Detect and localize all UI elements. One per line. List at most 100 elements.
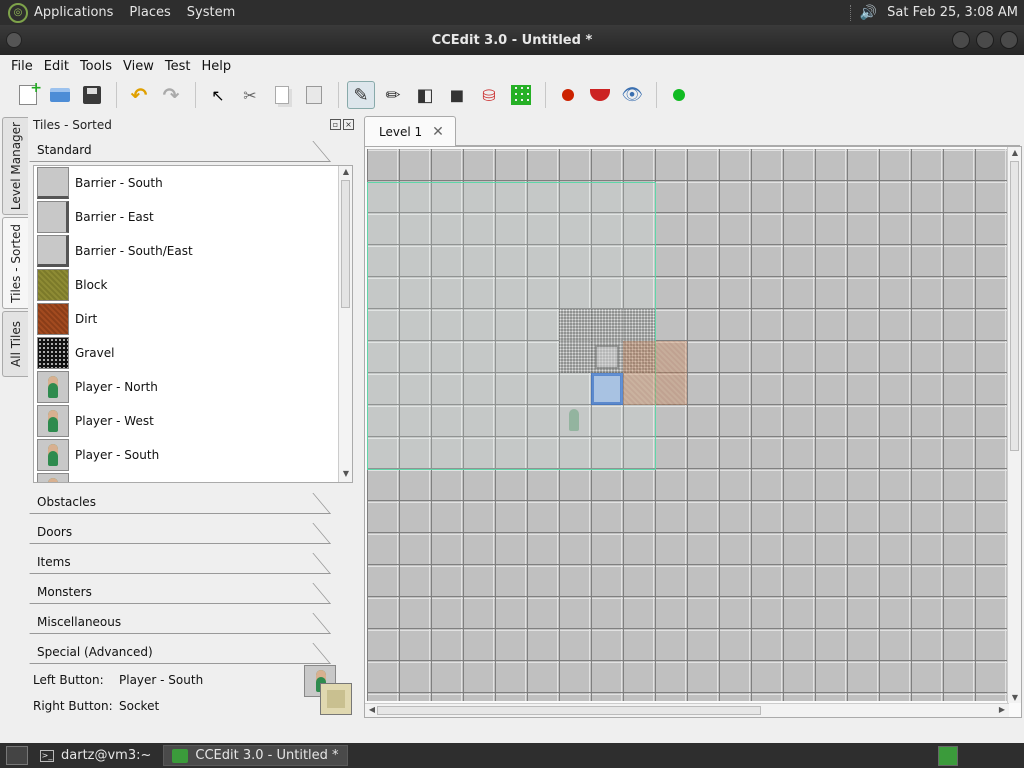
open-file-icon — [50, 88, 70, 102]
barrier-southeast-tile-icon — [37, 235, 69, 267]
eye-icon: 👁 — [621, 85, 643, 105]
tab-level-1[interactable]: Level 1 ✕ — [364, 116, 456, 147]
list-item[interactable]: Barrier - South/East — [34, 234, 352, 268]
section-monsters[interactable]: Monsters — [30, 577, 356, 607]
cut-button[interactable]: ✂ — [236, 81, 264, 109]
paste-button[interactable] — [300, 81, 328, 109]
window-titlebar[interactable]: CCEdit 3.0 - Untitled * — [0, 25, 1024, 55]
select-button[interactable]: ↖ — [204, 81, 232, 109]
draw-tool-button[interactable]: ✎ — [347, 81, 375, 109]
tile-list: Barrier - South Barrier - East Barrier -… — [33, 165, 353, 483]
toolbar-separator — [338, 82, 339, 108]
list-item[interactable]: Player - South — [34, 438, 352, 472]
new-button[interactable] — [14, 80, 42, 109]
tile-grid[interactable] — [367, 149, 1007, 701]
record-button[interactable] — [554, 81, 582, 109]
dock-vertical-tabs: Level Manager Tiles - Sorted All Tiles — [2, 117, 28, 379]
section-special-advanced[interactable]: Special (Advanced) — [30, 637, 356, 667]
menu-tools[interactable]: Tools — [80, 59, 112, 74]
vtab-all-tiles[interactable]: All Tiles — [2, 311, 28, 377]
fill-pencil-icon: ◼ — [449, 84, 465, 106]
flood-fill-icon: ⛁ — [482, 85, 496, 105]
copy-button[interactable] — [268, 81, 296, 109]
line-tool-button[interactable]: ✏ — [379, 81, 407, 109]
menu-edit[interactable]: Edit — [44, 59, 69, 74]
list-item[interactable]: Barrier - East — [34, 200, 352, 234]
scroll-thumb[interactable] — [377, 706, 761, 715]
minimize-button[interactable] — [952, 31, 970, 49]
editor-horizontal-scrollbar[interactable]: ◀ ▶ — [365, 703, 1009, 717]
task-ccedit[interactable]: CCEdit 3.0 - Untitled * — [163, 745, 348, 766]
editor-tabbar: Level 1 ✕ — [364, 116, 1020, 147]
menu-view[interactable]: View — [123, 59, 154, 74]
toolbar-separator — [656, 82, 657, 108]
save-button[interactable] — [78, 81, 106, 109]
test-play-button[interactable] — [665, 81, 693, 109]
menubar: File Edit Tools View Test Help — [0, 55, 1024, 77]
menu-file[interactable]: File — [11, 59, 33, 74]
list-item[interactable]: Player - West — [34, 404, 352, 438]
panel-clock[interactable]: Sat Feb 25, 3:08 AM — [887, 5, 1018, 20]
close-tab-icon[interactable]: ✕ — [432, 124, 444, 140]
view-button[interactable]: 👁 — [618, 81, 646, 109]
tiles-dock: Tiles - Sorted ▫ × Standard Barrier - So… — [30, 115, 356, 739]
section-doors[interactable]: Doors — [30, 517, 356, 547]
tile-list-scrollbar[interactable]: ▲ ▼ — [338, 166, 352, 482]
panel-menu-system[interactable]: System — [187, 5, 235, 20]
dock-close-icon[interactable]: × — [343, 119, 354, 130]
redo-button[interactable]: ↷ — [157, 81, 185, 109]
scroll-thumb[interactable] — [341, 180, 350, 308]
vtab-level-manager[interactable]: Level Manager — [2, 117, 28, 215]
toolbar: ↶ ↷ ↖ ✂ ✎ ✏ ◧ ◼ ⛁ 👁 — [0, 77, 1024, 113]
line-pencil-icon: ✏ — [385, 84, 401, 106]
scroll-down-icon[interactable]: ▼ — [339, 469, 352, 481]
rectangle-tool-button[interactable]: ◧ — [411, 81, 439, 109]
list-item[interactable]: Block — [34, 268, 352, 302]
scroll-thumb[interactable] — [1010, 161, 1019, 451]
rectangle-pencil-icon: ◧ — [416, 84, 434, 106]
barrier-south-tile-icon — [37, 167, 69, 199]
close-window-button[interactable] — [1000, 31, 1018, 49]
vtab-tiles-sorted[interactable]: Tiles - Sorted — [2, 217, 28, 309]
new-file-icon — [19, 80, 42, 105]
panel-menu-applications[interactable]: Applications — [34, 5, 113, 20]
fill-tool-button[interactable]: ◼ — [443, 81, 471, 109]
mouth-button[interactable] — [586, 81, 614, 109]
menu-help[interactable]: Help — [201, 59, 231, 74]
scroll-up-icon[interactable]: ▲ — [1009, 148, 1021, 157]
section-standard[interactable]: Standard — [30, 135, 356, 165]
scroll-right-icon[interactable]: ▶ — [996, 705, 1008, 714]
barrier-east-tile-icon — [37, 201, 69, 233]
draw-pencil-icon: ✎ — [353, 84, 369, 106]
volume-icon[interactable]: 🔊 — [860, 5, 877, 21]
editor-vertical-scrollbar[interactable]: ▲ ▼ — [1007, 147, 1021, 703]
terminal-icon: >_ — [40, 749, 54, 762]
toolbar-separator — [545, 82, 546, 108]
list-item[interactable]: Gravel — [34, 336, 352, 370]
panel-menu-places[interactable]: Places — [129, 5, 170, 20]
task-terminal[interactable]: >_ dartz@vm3:~ — [32, 745, 159, 766]
path-tool-button[interactable] — [507, 81, 535, 109]
distro-logo-icon[interactable]: ◎ — [8, 2, 28, 23]
window-menu-icon[interactable] — [6, 32, 22, 48]
section-obstacles[interactable]: Obstacles — [30, 487, 356, 517]
dock-title[interactable]: Tiles - Sorted ▫ × — [30, 115, 356, 135]
tile-preview — [304, 665, 352, 715]
section-miscellaneous[interactable]: Miscellaneous — [30, 607, 356, 637]
dock-float-icon[interactable]: ▫ — [330, 119, 341, 130]
show-desktop-button[interactable] — [6, 746, 28, 765]
list-item[interactable]: Dirt — [34, 302, 352, 336]
open-button[interactable] — [46, 81, 74, 109]
list-item[interactable]: Player - North — [34, 370, 352, 404]
level-editor[interactable]: ▲ ▼ ◀ ▶ — [364, 146, 1022, 718]
menu-test[interactable]: Test — [165, 59, 191, 74]
scroll-down-icon[interactable]: ▼ — [1009, 693, 1021, 702]
section-items[interactable]: Items — [30, 547, 356, 577]
flood-fill-button[interactable]: ⛁ — [475, 81, 503, 109]
scroll-up-icon[interactable]: ▲ — [339, 167, 352, 179]
undo-button[interactable]: ↶ — [125, 81, 153, 109]
tray-ccedit-icon[interactable] — [938, 746, 958, 766]
list-item[interactable]: Barrier - South — [34, 166, 352, 200]
list-item[interactable] — [34, 472, 352, 482]
maximize-button[interactable] — [976, 31, 994, 49]
